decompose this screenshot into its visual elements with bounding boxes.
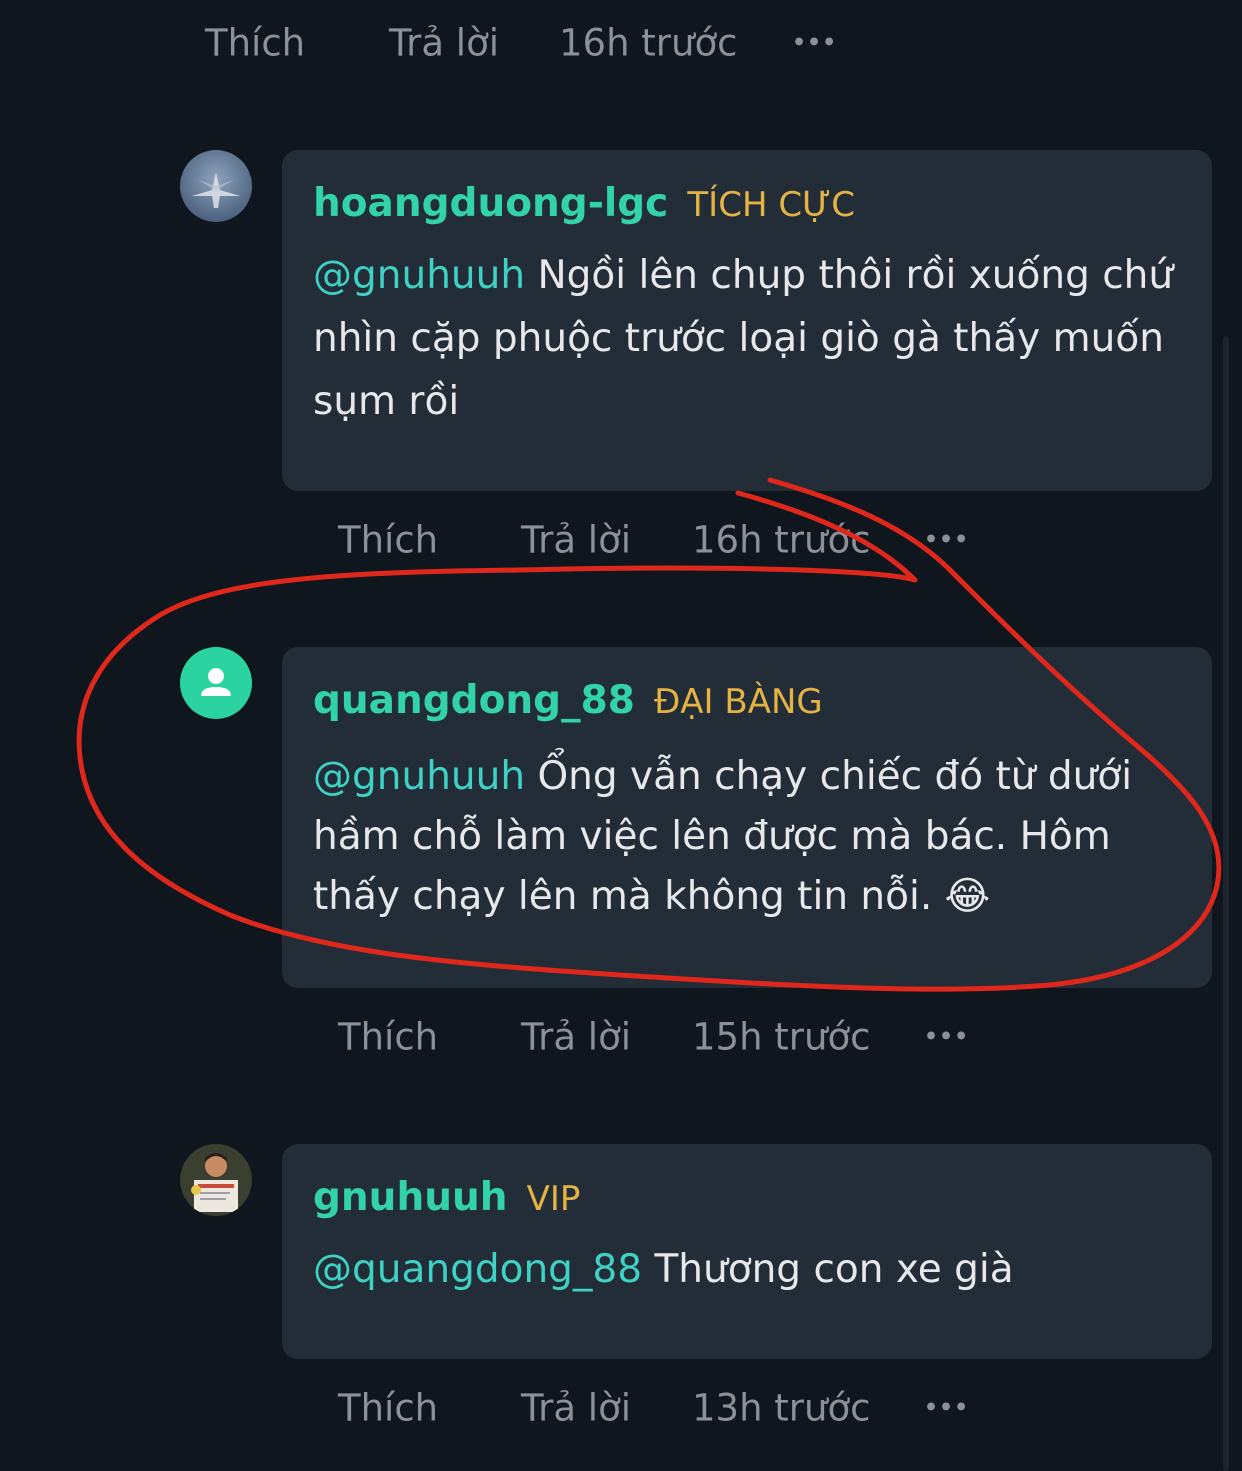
comment-actions: Thích Trả lời 16h trước ••• — [0, 13, 1242, 73]
jet-avatar-image — [180, 150, 252, 222]
like-button[interactable]: Thích — [338, 1016, 438, 1059]
comment-time: 15h trước — [692, 1015, 871, 1059]
reply-button[interactable]: Trả lời — [521, 1387, 631, 1430]
rank-badge: ĐẠI BÀNG — [653, 682, 823, 722]
user-icon — [201, 668, 231, 696]
comment-body: Thương con xe già — [642, 1247, 1014, 1292]
more-options-button[interactable]: ••• — [792, 31, 837, 56]
username[interactable]: hoangduong-lgc — [313, 181, 668, 226]
comment-bubble: gnuhuuh VIP @quangdong_88 Thương con xe … — [282, 1144, 1212, 1359]
mention-link[interactable]: @gnuhuuh — [313, 253, 525, 298]
more-options-button[interactable]: ••• — [924, 1396, 969, 1421]
comment-actions: Thích Trả lời 15h trước ••• — [0, 1007, 1242, 1067]
like-button[interactable]: Thích — [205, 22, 305, 65]
mention-link[interactable]: @gnuhuuh — [313, 754, 525, 799]
username[interactable]: gnuhuuh — [313, 1175, 508, 1220]
comment-actions: Thích Trả lời 16h trước ••• — [0, 510, 1242, 570]
comment-actions: Thích Trả lời 13h trước ••• — [0, 1378, 1242, 1438]
reply-button[interactable]: Trả lời — [521, 1016, 631, 1059]
comment-bubble: quangdong_88 ĐẠI BÀNG @gnuhuuh Ổng vẫn c… — [282, 647, 1212, 988]
mention-link[interactable]: @quangdong_88 — [313, 1247, 642, 1292]
like-button[interactable]: Thích — [338, 1387, 438, 1430]
comment-text: @quangdong_88 Thương con xe già — [313, 1238, 1192, 1301]
comment-text: @gnuhuuh Ngồi lên chụp thôi rồi xuống ch… — [313, 244, 1192, 433]
comment-text: @gnuhuuh Ổng vẫn chạy chiếc đó từ dưới h… — [313, 747, 1202, 927]
comment-time: 13h trước — [692, 1386, 871, 1430]
like-button[interactable]: Thích — [338, 519, 438, 562]
reply-button[interactable]: Trả lời — [389, 22, 499, 65]
comment-time: 16h trước — [559, 21, 738, 65]
avatar[interactable] — [180, 1144, 252, 1216]
rank-badge: TÍCH CỰC — [687, 185, 855, 225]
rank-badge: VIP — [526, 1179, 581, 1219]
reply-button[interactable]: Trả lời — [521, 519, 631, 562]
scrollbar[interactable] — [1223, 336, 1229, 1471]
more-options-button[interactable]: ••• — [924, 1025, 969, 1050]
comment-time: 16h trước — [692, 518, 871, 562]
comment-thread: Thích Trả lời 16h trước ••• hoangduong-l… — [0, 0, 1242, 1471]
avatar[interactable] — [180, 150, 252, 222]
child-photo-avatar-image — [180, 1144, 252, 1216]
avatar[interactable] — [180, 647, 252, 719]
more-options-button[interactable]: ••• — [924, 528, 969, 553]
username[interactable]: quangdong_88 — [313, 678, 635, 723]
comment-bubble: hoangduong-lgc TÍCH CỰC @gnuhuuh Ngồi lê… — [282, 150, 1212, 491]
